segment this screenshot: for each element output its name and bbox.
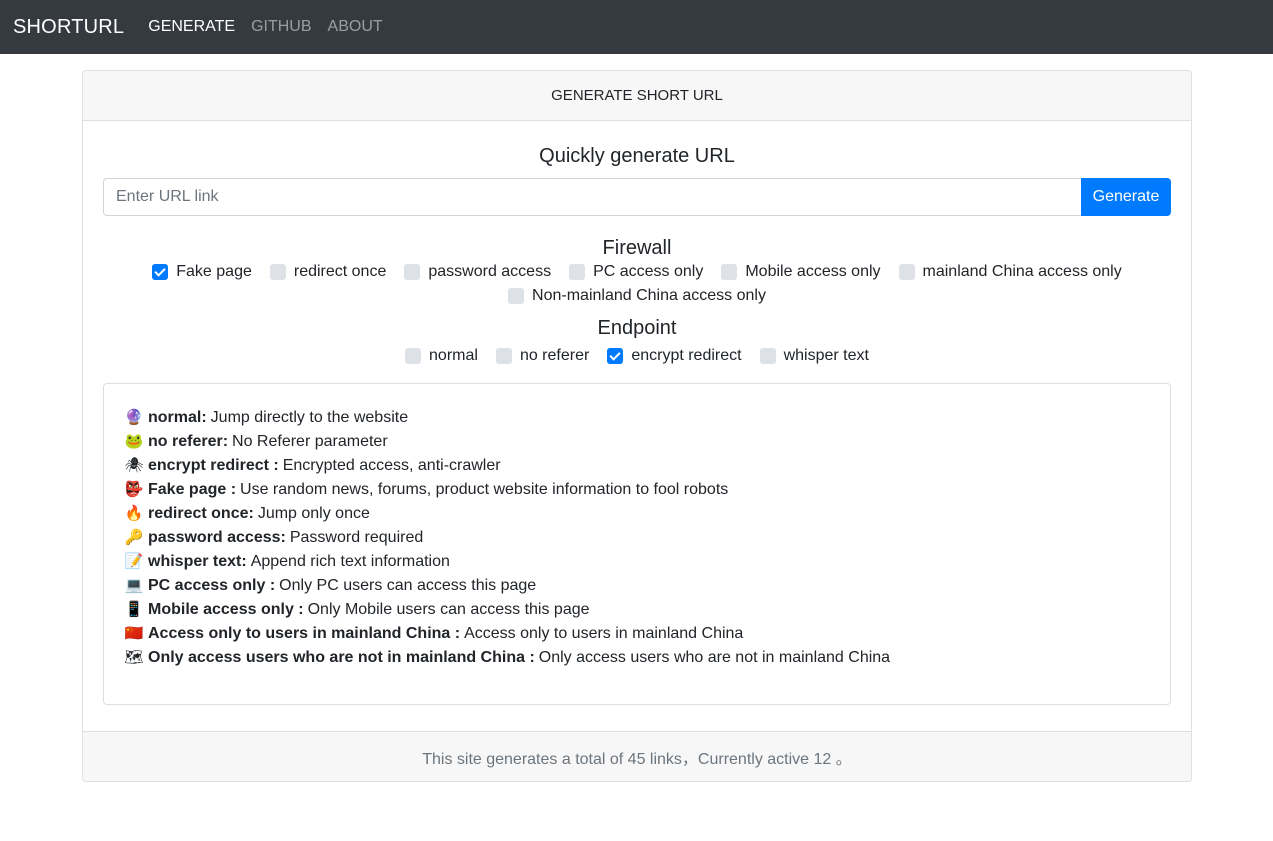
info-term: password access:: [148, 529, 286, 546]
info-item-redirect-once: 🔥 redirect once: Jump only once: [124, 502, 1150, 526]
firewall-option-mainland-only[interactable]: mainland China access only: [898, 263, 1122, 281]
checkbox[interactable]: [508, 288, 525, 304]
firewall-option-pc-only[interactable]: PC access only: [569, 263, 703, 281]
info-item-mainland-only: 🇨🇳 Access only to users in mainland Chin…: [124, 622, 1150, 646]
checkbox[interactable]: [269, 264, 286, 280]
url-input[interactable]: [103, 178, 1081, 216]
spider-icon: 🕷: [124, 457, 144, 474]
info-desc: Only Mobile users can access this page: [307, 601, 590, 618]
checkbox-label: Mobile access only: [745, 263, 881, 280]
checkbox-label: Non-mainland China access only: [532, 287, 766, 304]
firewall-title: Firewall: [602, 237, 672, 259]
goblin-mask-icon: 👺: [124, 481, 144, 498]
info-term: redirect once:: [148, 505, 254, 522]
checkbox[interactable]: [405, 348, 422, 364]
firewall-option-non-mainland-only[interactable]: Non-mainland China access only: [508, 287, 766, 305]
checkbox[interactable]: [495, 348, 512, 364]
info-item-normal: 🔮 normal: Jump directly to the website: [124, 406, 1150, 430]
checkbox-label: encrypt redirect: [631, 347, 742, 364]
info-term: PC access only :: [148, 577, 276, 594]
info-desc: Append rich text information: [250, 553, 450, 570]
info-desc: Use random news, forums, product website…: [240, 481, 729, 498]
card-footer-stats: This site generates a total of 45 links，…: [83, 731, 1191, 781]
url-input-group: Generate: [103, 178, 1171, 216]
info-term: Mobile access only :: [148, 601, 304, 618]
card-body: Quickly generate URL Generate Firewall F…: [83, 144, 1191, 705]
checkbox[interactable]: [569, 264, 586, 280]
endpoint-option-whisper-text[interactable]: whisper text: [759, 347, 869, 365]
frog-icon: 🐸: [124, 433, 144, 450]
info-desc: No Referer parameter: [232, 433, 388, 450]
china-flag-icon: 🇨🇳: [124, 625, 144, 642]
checkbox[interactable]: [404, 264, 421, 280]
checkbox[interactable]: [721, 264, 738, 280]
info-item-non-mainland-only: 🗺 Only access users who are not in mainl…: [124, 646, 1150, 670]
firewall-options-row-2: Non-mainland China access only: [103, 284, 1171, 308]
info-item-no-referer: 🐸 no referer: No Referer parameter: [124, 430, 1150, 454]
checkbox-label: normal: [429, 347, 478, 364]
endpoint-title: Endpoint: [597, 317, 677, 339]
quick-generate-title: Quickly generate URL: [539, 145, 735, 167]
checkbox[interactable]: [759, 348, 776, 364]
nav-about[interactable]: ABOUT: [328, 18, 383, 36]
memo-icon: 📝: [124, 553, 144, 570]
endpoint-option-normal[interactable]: normal: [405, 347, 478, 365]
nav-github[interactable]: GITHUB: [251, 18, 311, 36]
checkbox-label: mainland China access only: [922, 263, 1122, 280]
info-item-pc-only: 💻 PC access only : Only PC users can acc…: [124, 574, 1150, 598]
key-icon: 🔑: [124, 529, 144, 546]
checkbox-label: whisper text: [783, 347, 869, 364]
info-term: encrypt redirect :: [148, 457, 279, 474]
info-term: Only access users who are not in mainlan…: [148, 649, 535, 666]
checkbox-label: redirect once: [293, 263, 387, 280]
firewall-option-mobile-only[interactable]: Mobile access only: [721, 263, 881, 281]
firewall-option-redirect-once[interactable]: redirect once: [269, 263, 387, 281]
info-item-encrypt-redirect: 🕷 encrypt redirect : Encrypted access, a…: [124, 454, 1150, 478]
endpoint-options-row: normal no referer encrypt redirect whisp…: [103, 344, 1171, 368]
info-desc: Only PC users can access this page: [279, 577, 537, 594]
info-desc: Access only to users in mainland China: [464, 625, 744, 642]
checkbox[interactable]: [607, 348, 624, 364]
firewall-options-row-1: Fake page redirect once password access …: [103, 260, 1171, 284]
nav-generate[interactable]: GENERATE: [148, 18, 235, 36]
brand-logo[interactable]: SHORTURL: [13, 16, 124, 39]
checkbox-label: no referer: [519, 347, 590, 364]
info-box: 🔮 normal: Jump directly to the website 🐸…: [103, 383, 1171, 705]
endpoint-option-encrypt-redirect[interactable]: encrypt redirect: [607, 347, 742, 365]
info-item-mobile-only: 📱 Mobile access only : Only Mobile users…: [124, 598, 1150, 622]
info-desc: Jump directly to the website: [210, 409, 409, 426]
info-desc: Password required: [289, 529, 424, 546]
firewall-option-fake-page[interactable]: Fake page: [152, 263, 252, 281]
info-term: Fake page :: [148, 481, 237, 498]
info-desc: Jump only once: [257, 505, 370, 522]
fire-icon: 🔥: [124, 505, 144, 522]
checkbox-label: Fake page: [176, 263, 252, 280]
info-desc: Only access users who are not in mainlan…: [538, 649, 891, 666]
top-navbar: SHORTURL GENERATE GITHUB ABOUT: [0, 0, 1273, 54]
info-item-whisper-text: 📝 whisper text: Append rich text informa…: [124, 550, 1150, 574]
firewall-option-password-access[interactable]: password access: [404, 263, 551, 281]
crystal-ball-icon: 🔮: [124, 409, 144, 426]
info-term: Access only to users in mainland China :: [148, 625, 461, 642]
checkbox-label: PC access only: [593, 263, 704, 280]
laptop-icon: 💻: [124, 577, 144, 594]
info-term: normal:: [148, 409, 207, 426]
world-map-icon: 🗺: [124, 649, 144, 666]
info-term: no referer:: [148, 433, 229, 450]
card-header: GENERATE SHORT URL: [83, 71, 1191, 121]
info-item-fake-page: 👺 Fake page : Use random news, forums, p…: [124, 478, 1150, 502]
checkbox[interactable]: [152, 264, 169, 280]
info-desc: Encrypted access, anti-crawler: [282, 457, 501, 474]
checkbox[interactable]: [898, 264, 915, 280]
info-term: whisper text:: [148, 553, 247, 570]
generate-card: GENERATE SHORT URL Quickly generate URL …: [82, 70, 1192, 782]
generate-button[interactable]: Generate: [1081, 178, 1171, 216]
info-item-password-access: 🔑 password access: Password required: [124, 526, 1150, 550]
mobile-phone-icon: 📱: [124, 601, 144, 618]
endpoint-option-no-referer[interactable]: no referer: [495, 347, 590, 365]
checkbox-label: password access: [428, 263, 552, 280]
